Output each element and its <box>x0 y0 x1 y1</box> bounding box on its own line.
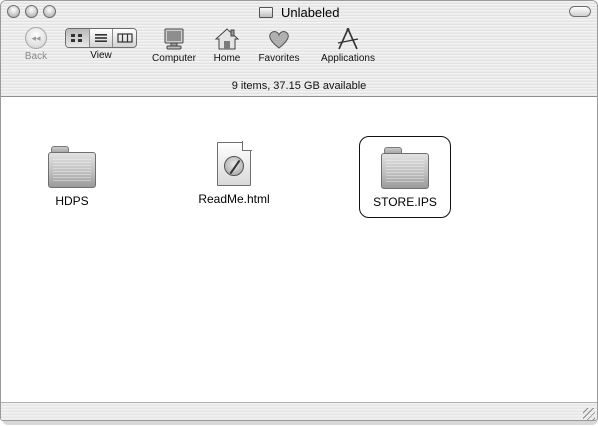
heart-icon <box>266 27 292 51</box>
computer-icon <box>161 27 187 51</box>
folder-icon <box>48 146 96 188</box>
icon-view-icon <box>71 34 83 42</box>
title-bar[interactable]: Unlabeled <box>1 1 597 23</box>
column-view-icon <box>117 33 133 43</box>
disk-icon <box>258 7 273 18</box>
list-view-button[interactable] <box>89 29 114 47</box>
window-bottom-bar <box>1 402 597 420</box>
window-title-group: Unlabeled <box>1 4 597 20</box>
icon-view-button[interactable] <box>66 29 90 47</box>
finder-window: Unlabeled ◂◂ Back View Computer Home Fav… <box>0 0 598 421</box>
home-label: Home <box>213 53 241 64</box>
computer-label: Computer <box>152 53 196 64</box>
column-view-button[interactable] <box>113 29 136 47</box>
html-document-icon <box>217 141 252 186</box>
item-label: HDPS <box>55 194 89 208</box>
icon-view-area[interactable]: HDPS ReadMe.html STORE.IPS <box>1 98 597 402</box>
list-view-icon <box>95 34 107 42</box>
home-button[interactable]: Home <box>207 27 247 64</box>
applications-icon <box>335 27 361 51</box>
status-bar-text: 9 items, 37.15 GB available <box>231 80 367 92</box>
applications-button[interactable]: Applications <box>313 27 383 64</box>
favorites-button[interactable]: Favorites <box>251 27 307 64</box>
folder-icon <box>381 147 429 189</box>
window-title: Unlabeled <box>280 5 340 20</box>
back-label: Back <box>24 51 48 62</box>
finder-item-hdps[interactable]: HDPS <box>17 146 127 208</box>
resize-handle[interactable] <box>583 408 595 420</box>
back-button[interactable]: ◂◂ Back <box>21 27 51 62</box>
computer-button[interactable]: Computer <box>145 27 203 64</box>
favorites-label: Favorites <box>258 53 300 64</box>
finder-item-store-ips[interactable]: STORE.IPS <box>359 136 451 218</box>
toolbar-toggle-button[interactable] <box>569 6 591 17</box>
view-label: View <box>90 50 112 61</box>
window-chrome: Unlabeled ◂◂ Back View Computer Home Fav… <box>1 1 597 97</box>
home-icon <box>214 27 240 51</box>
item-label: ReadMe.html <box>198 192 270 206</box>
item-label: STORE.IPS <box>373 195 437 209</box>
back-arrow-icon: ◂◂ <box>25 27 47 49</box>
view-control: View <box>63 27 139 61</box>
view-segmented-control[interactable] <box>65 28 137 48</box>
finder-item-readme[interactable]: ReadMe.html <box>179 141 289 206</box>
applications-label: Applications <box>321 53 375 64</box>
